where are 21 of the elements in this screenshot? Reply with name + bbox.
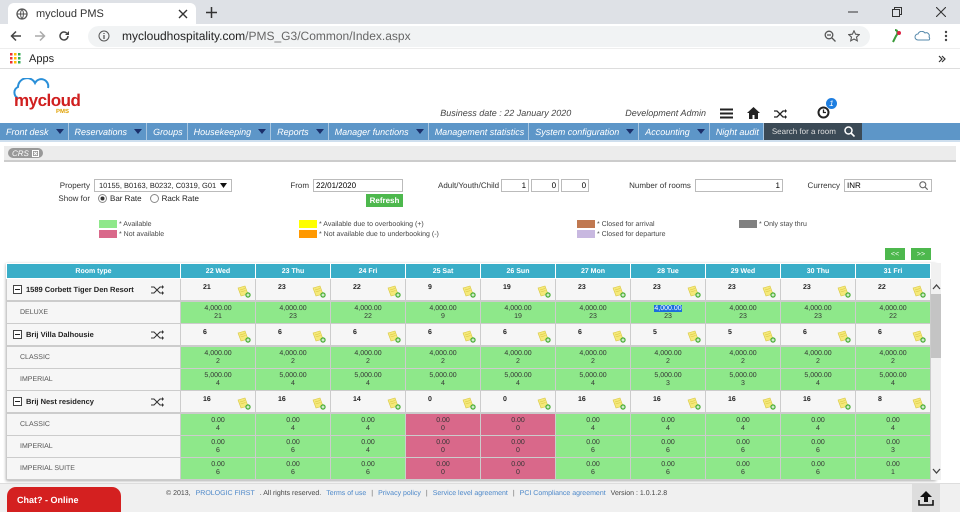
chat-button[interactable]: Chat? - Online <box>7 487 121 512</box>
field-label: Show for <box>57 194 90 203</box>
field-label: Property <box>58 181 90 190</box>
search-field[interactable]: Search for a room <box>764 123 844 140</box>
notification-badge: 1 <box>826 98 837 109</box>
field-label: Adult/Youth/Child <box>438 181 500 190</box>
number-field[interactable]: 0 <box>531 179 560 192</box>
radio-label: Rack Rate <box>162 194 199 203</box>
radio-label: Bar Rate <box>110 194 142 203</box>
number-field[interactable]: 1 <box>501 179 530 192</box>
number-field[interactable]: 0 <box>561 179 590 192</box>
address-field[interactable]: mycloudhospitality.com/PMS_G3/Common/Index.aspx <box>88 26 870 46</box>
field-label: Number of rooms <box>629 181 691 190</box>
field-label: Currency <box>808 181 840 190</box>
field-label: From <box>290 181 309 190</box>
date-field[interactable]: 22/01/2020 <box>313 179 403 192</box>
business-date: Business date : 22 January 2020 <box>440 108 572 118</box>
number-field[interactable]: 1 <box>694 179 783 192</box>
user-name: Development Admin <box>625 108 706 118</box>
bookmark-link[interactable]: Apps <box>29 52 54 64</box>
browser-tab[interactable]: mycloud PMS <box>8 3 196 24</box>
